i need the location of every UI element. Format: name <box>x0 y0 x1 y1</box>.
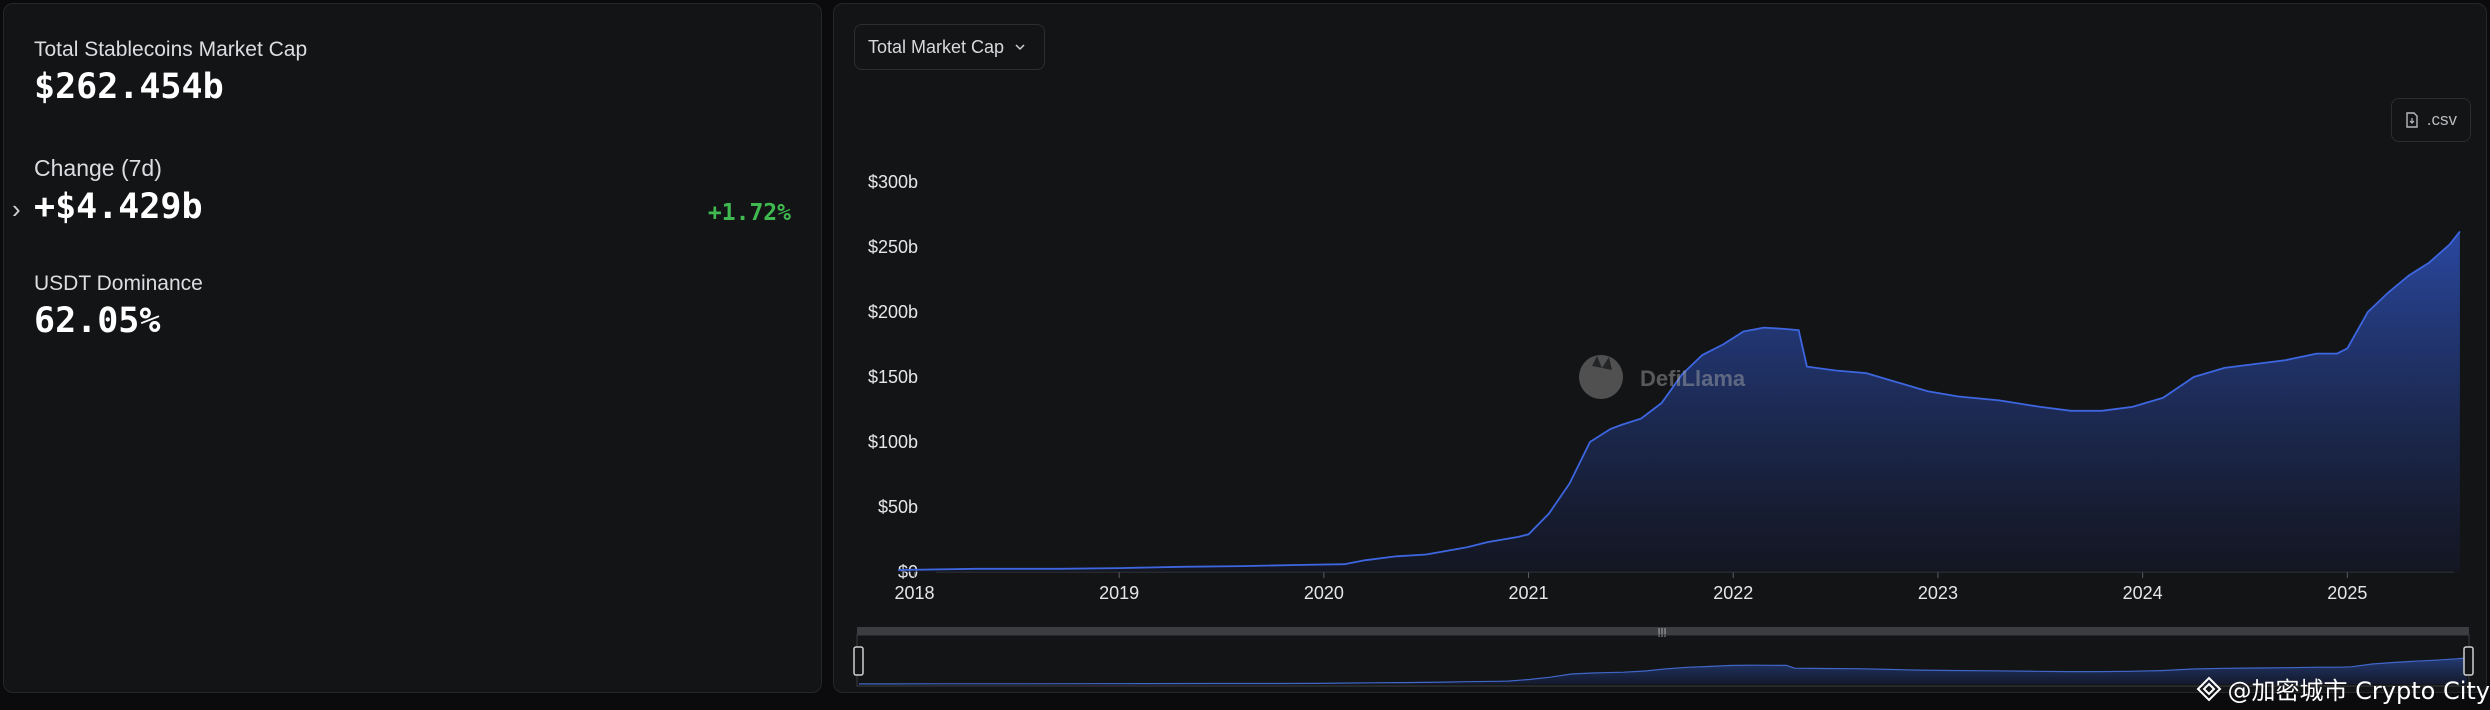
x-tick-label: 2019 <box>1099 583 1139 603</box>
binance-logo-icon <box>2196 676 2221 701</box>
chart-panel: Total Market Cap .csv $0 $50b $100b $150b $2… <box>833 3 2487 693</box>
footer-watermark-text: @加密城市 Crypto City <box>2227 677 2490 705</box>
slider-handle-left[interactable] <box>853 646 864 676</box>
change-value: +$4.429b <box>34 187 203 227</box>
x-tick-label: 2021 <box>1509 583 1549 603</box>
dominance-value: 62.05% <box>34 301 161 341</box>
y-tick-label: $300b <box>868 172 918 192</box>
x-tick-label: 2020 <box>1304 583 1344 603</box>
y-tick-label: $150b <box>868 367 918 387</box>
market-cap-label: Total Stablecoins Market Cap <box>34 38 308 61</box>
y-tick-label: $200b <box>868 302 918 322</box>
slider-grip-icon[interactable]: ||| <box>1657 628 1666 638</box>
y-tick-label: $50b <box>878 497 918 517</box>
stablecoin-chart[interactable]: $0$50b$100b$150b$200b$250b$300b 2018 2019… <box>834 4 2488 694</box>
footer-watermark: @加密城市 Crypto City <box>2196 671 2490 706</box>
change-label: Change (7d) <box>34 155 162 181</box>
market-cap-area <box>898 231 2460 572</box>
x-tick-label: 2023 <box>1918 583 1958 603</box>
y-axis: $0$50b$100b$150b$200b$250b$300b <box>868 172 918 582</box>
dominance-label: USDT Dominance <box>34 272 203 295</box>
x-tick-label: 2024 <box>2123 583 2163 603</box>
x-axis: 2018 2019 2020 2021 2022 2023 2024 2025 <box>894 572 2367 603</box>
market-cap-value: $262.454b <box>34 67 224 107</box>
stats-panel: Total Stablecoins Market Cap $262.454b ›… <box>3 3 822 693</box>
svg-text:DefiLlama: DefiLlama <box>1640 366 1746 391</box>
y-tick-label: $100b <box>868 432 918 452</box>
chevron-right-icon[interactable]: › <box>12 194 21 225</box>
x-tick-label: 2025 <box>2327 583 2367 603</box>
x-tick-label: 2022 <box>1713 583 1753 603</box>
x-tick-label: 2018 <box>894 583 934 603</box>
y-tick-label: $250b <box>868 237 918 257</box>
change-percent: +1.72% <box>707 200 791 226</box>
